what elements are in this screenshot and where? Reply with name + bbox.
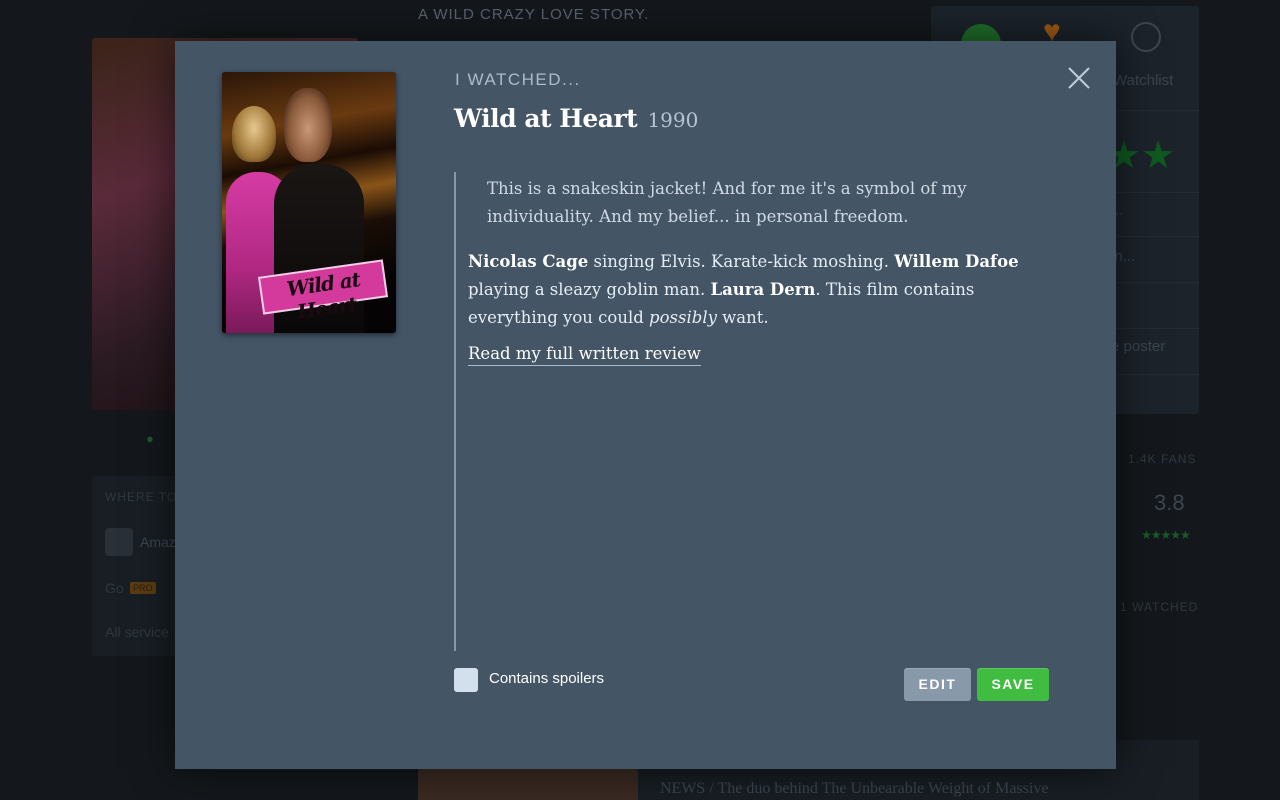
pro-badge: PRO <box>130 582 156 594</box>
news-thumbnail <box>418 768 638 800</box>
poster-figure-woman-head <box>232 106 276 162</box>
review-italic: possibly <box>649 308 717 327</box>
close-button[interactable] <box>1064 63 1094 93</box>
read-full-review-link[interactable]: Read my full written review <box>468 344 701 366</box>
review-text: playing a sleazy goblin man. <box>468 280 711 299</box>
modal-heading: I WATCHED... <box>455 70 581 89</box>
where-to-watch-heading: WHERE TO <box>105 490 178 504</box>
review-quote: This is a snakeskin jacket! And for me i… <box>487 179 967 226</box>
review-bold: Nicolas Cage <box>468 252 589 271</box>
go-pro-label: Go <box>105 580 124 596</box>
review-bold: Willem Dafoe <box>894 252 1019 271</box>
eye-icon: ● <box>146 431 154 446</box>
watchlist-label: Watchlist <box>1113 72 1174 89</box>
close-icon <box>1068 67 1090 89</box>
film-title-text: Wild at Heart <box>454 104 638 133</box>
average-rating: 3.8 <box>1154 490 1185 515</box>
film-poster: Wild at Heart <box>222 72 396 333</box>
review-text: want. <box>716 308 769 327</box>
amazon-icon <box>105 528 133 556</box>
review-textarea[interactable]: This is a snakeskin jacket! And for me i… <box>454 172 1056 651</box>
review-modal: Wild at Heart I WATCHED... Wild at Heart… <box>175 41 1116 769</box>
film-year: 1990 <box>647 108 699 132</box>
panel-row: e poster <box>1111 338 1166 355</box>
spoiler-label: Contains spoilers <box>489 670 605 687</box>
review-bold: Laura Dern <box>710 280 816 299</box>
rating-stars: ★★ <box>1107 135 1176 177</box>
film-title: Wild at Heart 1990 <box>454 104 698 133</box>
save-button[interactable]: SAVE <box>977 668 1049 701</box>
rating-histogram-stars: ★★★★★ <box>1141 528 1191 542</box>
fans-count: 1.4K FANS <box>1128 452 1197 466</box>
review-body: Nicolas Cage singing Elvis. Karate-kick … <box>468 248 1028 332</box>
all-services-link: All service <box>105 624 169 640</box>
amazon-label: Amaz <box>140 534 176 550</box>
film-tagline: A WILD CRAZY LOVE STORY. <box>418 6 650 23</box>
poster-figure-man-head <box>284 88 332 162</box>
review-text: singing Elvis. Karate-kick moshing. <box>588 252 895 271</box>
edit-button[interactable]: EDIT <box>904 668 971 701</box>
news-text: NEWS / The duo behind The Unbearable Wei… <box>660 780 1049 797</box>
watched-count: 1 WATCHED <box>1120 600 1199 614</box>
spoiler-checkbox[interactable] <box>454 668 478 692</box>
watchlist-clock-icon <box>1131 22 1161 52</box>
